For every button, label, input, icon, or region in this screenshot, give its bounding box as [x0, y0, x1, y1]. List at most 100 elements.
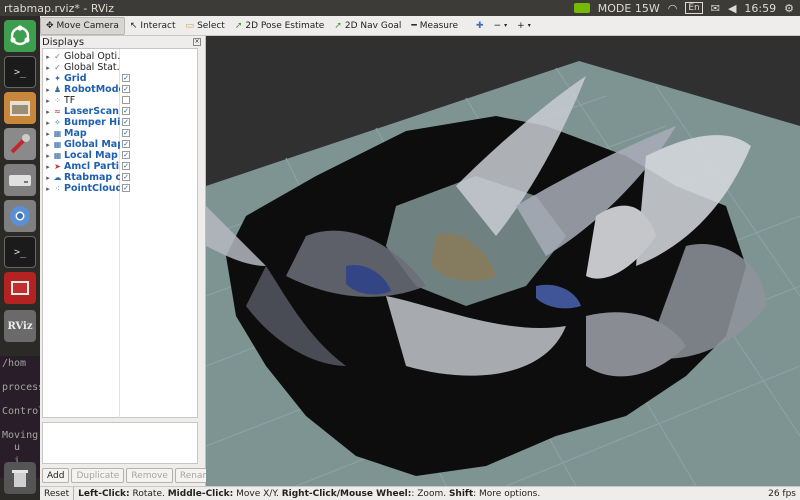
terminal-line: Control: [2, 406, 40, 417]
display-row[interactable]: ▸ ✓ Global Opti...: [43, 51, 199, 62]
expand-arrow-icon[interactable]: ▸: [43, 163, 53, 171]
description-box: [42, 422, 198, 464]
enable-checkbox[interactable]: ✓: [122, 118, 130, 126]
panel-title: Displays: [42, 36, 85, 48]
tf-icon: ⁘: [54, 96, 61, 105]
enable-checkbox[interactable]: ✓: [122, 74, 130, 82]
hint-text: : More options.: [473, 488, 541, 499]
pose-arrow-icon: ➚: [234, 20, 243, 31]
3d-scene[interactable]: [206, 36, 800, 486]
display-label: Amcl Parti...: [64, 161, 120, 172]
expand-arrow-icon[interactable]: ▸: [43, 185, 53, 193]
enable-checkbox[interactable]: ✓: [122, 184, 130, 192]
remove-button[interactable]: Remove: [126, 468, 173, 483]
expand-arrow-icon[interactable]: ▸: [43, 119, 53, 127]
enable-checkbox[interactable]: ✓: [122, 129, 130, 137]
expand-arrow-icon[interactable]: ▸: [43, 174, 53, 182]
display-label: Global Map: [64, 139, 120, 150]
pose-array-icon: ➤: [54, 162, 61, 171]
display-row[interactable]: ▸ ▦ Map ✓: [43, 128, 199, 139]
hint-text: Move X/Y.: [233, 488, 282, 499]
remove-tool-button[interactable]: − ▾: [489, 17, 513, 35]
display-row[interactable]: ▸ ⁖ PointCloud2 ✓: [43, 183, 199, 194]
drive-icon[interactable]: [4, 164, 36, 196]
close-icon[interactable]: ×: [193, 38, 201, 46]
display-label: Global Stat...: [64, 62, 120, 73]
minus-icon: −: [493, 20, 502, 31]
expand-arrow-icon[interactable]: ▸: [43, 53, 53, 61]
display-row[interactable]: ▸ ♟ RobotModel ✓: [43, 84, 199, 95]
enable-checkbox[interactable]: [122, 96, 130, 104]
expand-arrow-icon[interactable]: ▸: [43, 141, 53, 149]
gear-icon[interactable]: ⚙: [784, 2, 794, 15]
trash-icon[interactable]: [4, 462, 36, 494]
map-icon: ▦: [53, 151, 62, 160]
expand-arrow-icon[interactable]: ▸: [43, 97, 53, 105]
chromium-icon[interactable]: [4, 200, 36, 232]
display-row[interactable]: ▸ ✦ Grid ✓: [43, 73, 199, 84]
tool-label: 2D Nav Goal: [344, 20, 402, 31]
ubuntu-dash-icon[interactable]: [4, 20, 36, 52]
pose-estimate-tool[interactable]: ➚ 2D Pose Estimate: [230, 17, 330, 35]
remote-icon[interactable]: [4, 272, 36, 304]
hint-text: Rotate.: [129, 488, 168, 499]
display-row[interactable]: ▸ ✧ Bumper Hit ✓: [43, 117, 199, 128]
expand-arrow-icon[interactable]: ▸: [43, 75, 53, 83]
ruler-icon: ━: [411, 20, 417, 31]
enable-checkbox[interactable]: ✓: [122, 140, 130, 148]
add-tool-button[interactable]: ✚: [471, 17, 489, 35]
add-button[interactable]: Add: [42, 468, 70, 483]
enable-checkbox[interactable]: ✓: [122, 162, 130, 170]
nav-goal-tool[interactable]: ➚ 2D Nav Goal: [329, 17, 406, 35]
enable-checkbox[interactable]: ✓: [122, 107, 130, 115]
display-row[interactable]: ▸ ☁ Rtabmap c... ✓: [43, 172, 199, 183]
duplicate-button[interactable]: Duplicate: [71, 468, 125, 483]
display-label: LaserScan: [64, 106, 119, 117]
render-view[interactable]: [206, 36, 800, 486]
display-label: Grid: [64, 73, 87, 84]
terminal-icon[interactable]: >_: [4, 56, 36, 88]
files-icon[interactable]: [4, 92, 36, 124]
enable-checkbox[interactable]: ✓: [122, 85, 130, 93]
mail-icon[interactable]: ✉: [711, 2, 720, 15]
nvidia-icon[interactable]: [573, 3, 590, 13]
settings-icon[interactable]: [4, 128, 36, 160]
expand-arrow-icon[interactable]: ▸: [43, 152, 53, 160]
reset-button[interactable]: Reset: [40, 486, 75, 500]
expand-arrow-icon[interactable]: ▸: [43, 64, 53, 72]
measure-tool[interactable]: ━ Measure: [406, 17, 463, 35]
display-row[interactable]: ▸ ➤ Amcl Parti... ✓: [43, 161, 199, 172]
clock[interactable]: 16:59: [744, 2, 776, 15]
plus-icon: +: [517, 20, 525, 31]
expand-arrow-icon[interactable]: ▸: [43, 108, 53, 116]
status-icon: ✓: [54, 63, 61, 72]
display-row[interactable]: ▸ ▦ Global Map ✓: [43, 139, 199, 150]
display-label: Global Opti...: [64, 51, 120, 62]
display-label: Map: [64, 128, 87, 139]
expand-arrow-icon[interactable]: ▸: [43, 130, 53, 138]
tool-properties-button[interactable]: + ▾: [512, 17, 536, 35]
marker-icon: ✧: [54, 118, 61, 127]
tool-bar: ✥ Move Camera ↖ Interact ▭ Select ➚ 2D P…: [40, 16, 800, 36]
point-cloud-icon: ⁖: [55, 184, 60, 193]
display-row[interactable]: ▸ ▦ Local Map ✓: [43, 150, 199, 161]
display-row[interactable]: ▸ ✓ Global Stat...: [43, 62, 199, 73]
launcher: >_ >_ RViz /hom process Control Moving u…: [0, 16, 40, 500]
move-camera-tool[interactable]: ✥ Move Camera: [40, 16, 125, 35]
display-row[interactable]: ▸ ≈ LaserScan ✓: [43, 106, 199, 117]
displays-tree[interactable]: ▸ ✓ Global Opti... ▸ ✓ Global Stat... ▸ …: [42, 48, 199, 419]
volume-icon[interactable]: ◀: [728, 2, 736, 15]
display-row[interactable]: ▸ ⁘ TF: [43, 95, 199, 106]
goal-arrow-icon: ➚: [334, 20, 342, 31]
wifi-icon[interactable]: ◠: [668, 2, 678, 15]
interact-tool[interactable]: ↖ Interact: [125, 17, 181, 35]
expand-arrow-icon[interactable]: ▸: [43, 86, 53, 94]
rviz-icon[interactable]: RViz: [4, 310, 36, 342]
select-tool[interactable]: ▭ Select: [181, 17, 230, 35]
power-mode[interactable]: MODE 15W: [598, 2, 660, 15]
enable-checkbox[interactable]: ✓: [122, 151, 130, 159]
keyboard-layout[interactable]: En: [685, 2, 703, 14]
terminal2-icon[interactable]: >_: [4, 236, 36, 268]
tool-label: 2D Pose Estimate: [245, 20, 325, 31]
enable-checkbox[interactable]: ✓: [122, 173, 130, 181]
